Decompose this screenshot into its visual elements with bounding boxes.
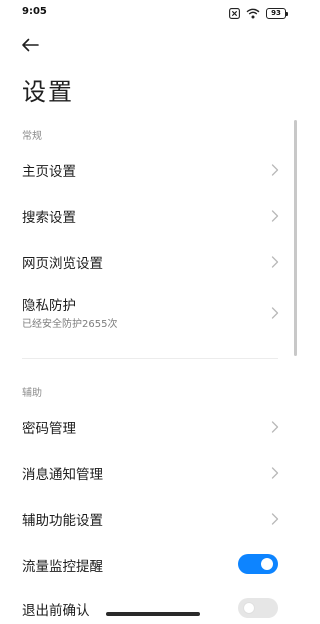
settings-row-homepage[interactable]: 主页设置: [0, 147, 300, 191]
wifi-icon: [246, 8, 260, 19]
close-box-icon: [229, 7, 240, 19]
page-title: 设置: [22, 78, 74, 106]
section-title-assist: 辅助: [22, 388, 42, 399]
toggle-knob: [243, 602, 255, 614]
settings-row-notifications[interactable]: 消息通知管理: [0, 450, 300, 494]
row-label: 搜索设置: [22, 210, 76, 226]
traffic-monitor-toggle[interactable]: [238, 554, 278, 574]
home-indicator[interactable]: [106, 612, 200, 616]
battery-icon: 93: [266, 7, 288, 19]
row-label: 隐私防护: [22, 298, 76, 314]
back-button[interactable]: [18, 34, 42, 58]
status-time: 9:05: [22, 6, 47, 17]
chevron-right-icon: [270, 465, 280, 479]
settings-row-accessibility[interactable]: 辅助功能设置: [0, 496, 300, 540]
chevron-right-icon: [270, 511, 280, 525]
section-title-general: 常规: [22, 131, 42, 142]
chevron-right-icon: [270, 208, 280, 222]
exit-confirm-toggle[interactable]: [238, 598, 278, 618]
toggle-knob: [261, 558, 273, 570]
chevron-right-icon: [270, 305, 280, 319]
battery-level: 93: [271, 8, 281, 17]
status-bar: 9:05 93: [0, 0, 300, 26]
settings-row-privacy[interactable]: 隐私防护 已经安全防护2655次: [0, 286, 300, 338]
section-divider: [22, 358, 278, 359]
row-label: 主页设置: [22, 164, 76, 180]
row-label: 辅助功能设置: [22, 513, 103, 529]
settings-row-passwords[interactable]: 密码管理: [0, 404, 300, 448]
status-icons: 93: [229, 6, 288, 20]
scrollbar[interactable]: [294, 120, 297, 356]
settings-row-browsing[interactable]: 网页浏览设置: [0, 239, 300, 283]
row-label: 流量监控提醒: [22, 559, 103, 575]
settings-row-search[interactable]: 搜索设置: [0, 193, 300, 237]
privacy-protection-count: 已经安全防护2655次: [22, 319, 118, 330]
row-label: 网页浏览设置: [22, 256, 103, 272]
settings-row-traffic-monitor: 流量监控提醒: [0, 542, 300, 586]
settings-row-exit-confirm: 退出前确认: [0, 586, 300, 624]
row-label: 密码管理: [22, 421, 76, 437]
row-label: 消息通知管理: [22, 467, 103, 483]
back-arrow-icon: [21, 37, 39, 56]
chevron-right-icon: [270, 419, 280, 433]
chevron-right-icon: [270, 162, 280, 176]
chevron-right-icon: [270, 254, 280, 268]
row-label: 退出前确认: [22, 603, 90, 619]
